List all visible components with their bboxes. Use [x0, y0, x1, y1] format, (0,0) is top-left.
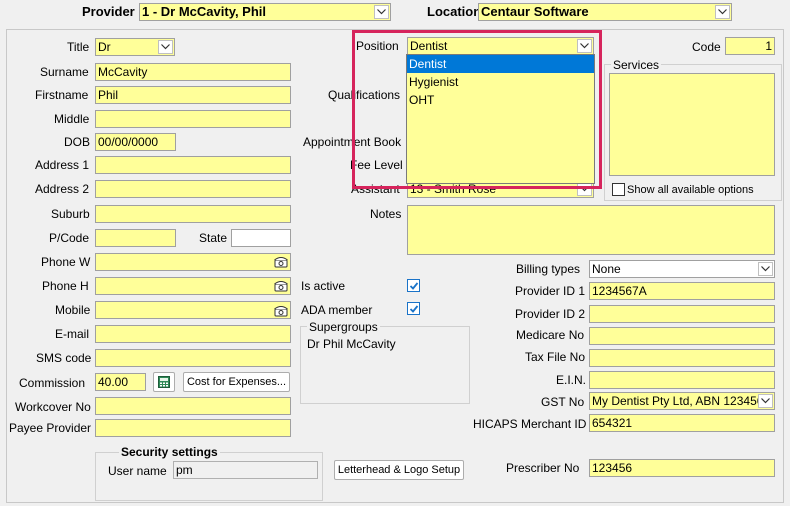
dob-label: DOB	[64, 135, 91, 149]
provider-select[interactable]: 1 - Dr McCavity, Phil	[139, 3, 391, 21]
ein-input[interactable]	[589, 371, 775, 389]
gst-select[interactable]: My Dentist Pty Ltd, ABN 123456	[589, 392, 775, 410]
cost-for-expenses-button[interactable]: Cost for Expenses...	[183, 372, 290, 392]
is-active-checkbox[interactable]	[407, 279, 420, 292]
show-all-checkbox[interactable]	[612, 183, 625, 196]
phonew-input[interactable]	[95, 253, 291, 271]
address1-input[interactable]	[95, 156, 291, 174]
check-icon	[409, 305, 419, 313]
notes-input[interactable]	[407, 205, 775, 255]
payee-label: Payee Provider	[9, 421, 92, 435]
title-select[interactable]: Dr	[95, 38, 175, 56]
ein-label: E.I.N.	[556, 373, 587, 387]
supergroups-title: Supergroups	[307, 320, 380, 334]
code-input[interactable]: 1	[725, 37, 775, 55]
address2-input[interactable]	[95, 180, 291, 198]
postcode-label: P/Code	[49, 231, 90, 245]
ada-member-checkbox[interactable]	[407, 302, 420, 315]
notes-label: Notes	[370, 207, 402, 221]
location-value: Centaur Software	[481, 4, 589, 19]
address2-label: Address 2	[35, 182, 90, 196]
commission-input[interactable]: 40.00	[95, 373, 146, 391]
mobile-label: Mobile	[55, 303, 91, 317]
chevron-down-icon[interactable]	[374, 5, 389, 19]
services-list[interactable]	[609, 73, 775, 176]
billing-types-select[interactable]: None	[589, 260, 775, 278]
gst-value: My Dentist Pty Ltd, ABN 123456	[592, 394, 764, 408]
show-all-label: Show all available options	[627, 184, 754, 196]
is-active-label: Is active	[301, 279, 346, 293]
username-label: User name	[108, 464, 167, 478]
phone-icon[interactable]	[273, 304, 289, 318]
medicare-input[interactable]	[589, 327, 775, 345]
title-value: Dr	[98, 40, 111, 54]
security-settings-title: Security settings	[119, 445, 220, 459]
billing-types-label: Billing types	[516, 262, 581, 276]
postcode-input[interactable]	[95, 229, 176, 247]
workcover-input[interactable]	[95, 397, 291, 415]
check-icon	[409, 282, 419, 290]
surname-input[interactable]: McCavity	[95, 63, 291, 81]
address1-label: Address 1	[35, 158, 90, 172]
provider-label: Provider	[82, 4, 135, 19]
phoneh-label: Phone H	[42, 279, 89, 293]
sms-label: SMS code	[36, 351, 92, 365]
provider-value: 1 - Dr McCavity, Phil	[142, 4, 267, 19]
letterhead-logo-button[interactable]: Letterhead & Logo Setup	[334, 460, 464, 480]
highlight-box	[352, 30, 602, 189]
prescriber-input[interactable]: 123456	[589, 459, 775, 477]
suburb-input[interactable]	[95, 205, 291, 223]
state-label: State	[199, 231, 228, 245]
payee-input[interactable]	[95, 419, 291, 437]
dob-input[interactable]: 00/00/0000	[95, 133, 176, 151]
mobile-input[interactable]	[95, 301, 291, 319]
surname-label: Surname	[40, 65, 89, 79]
billing-types-value: None	[592, 262, 621, 276]
workcover-label: Workcover No	[15, 400, 91, 414]
ada-member-label: ADA member	[301, 303, 373, 317]
provider-id2-label: Provider ID 2	[515, 307, 586, 321]
provider-id2-input[interactable]	[589, 305, 775, 323]
location-label: Location	[427, 4, 482, 19]
prescriber-label: Prescriber No	[506, 461, 580, 475]
phoneh-input[interactable]	[95, 277, 291, 295]
provider-id1-label: Provider ID 1	[515, 284, 586, 298]
location-select[interactable]: Centaur Software	[478, 3, 732, 21]
username-input[interactable]: pm	[173, 461, 318, 479]
medicare-label: Medicare No	[516, 328, 585, 342]
chevron-down-icon[interactable]	[758, 262, 773, 276]
tax-file-input[interactable]	[589, 349, 775, 367]
calculator-button[interactable]	[153, 372, 175, 392]
phone-icon[interactable]	[273, 279, 289, 293]
email-input[interactable]	[95, 325, 291, 343]
firstname-label: Firstname	[35, 88, 89, 102]
email-label: E-mail	[55, 327, 90, 341]
phonew-label: Phone W	[41, 255, 91, 269]
tax-file-label: Tax File No	[525, 350, 586, 364]
phone-icon[interactable]	[273, 255, 289, 269]
commission-label: Commission	[19, 376, 86, 390]
suburb-label: Suburb	[51, 207, 90, 221]
provider-id1-input[interactable]: 1234567A	[589, 282, 775, 300]
gst-label: GST No	[541, 395, 585, 409]
chevron-down-icon[interactable]	[158, 40, 173, 54]
sms-input[interactable]	[95, 349, 291, 367]
services-title: Services	[611, 58, 662, 72]
chevron-down-icon[interactable]	[715, 5, 730, 19]
state-input[interactable]	[231, 229, 291, 247]
hicaps-input[interactable]: 654321	[589, 414, 775, 432]
hicaps-label: HICAPS Merchant ID	[473, 417, 587, 431]
firstname-input[interactable]: Phil	[95, 86, 291, 104]
supergroups-item[interactable]: Dr Phil McCavity	[307, 337, 396, 351]
middle-label: Middle	[54, 112, 90, 126]
calculator-icon	[157, 375, 171, 395]
chevron-down-icon[interactable]	[758, 394, 773, 408]
title-label: Title	[67, 40, 90, 54]
middle-input[interactable]	[95, 110, 291, 128]
code-label: Code	[692, 40, 721, 54]
